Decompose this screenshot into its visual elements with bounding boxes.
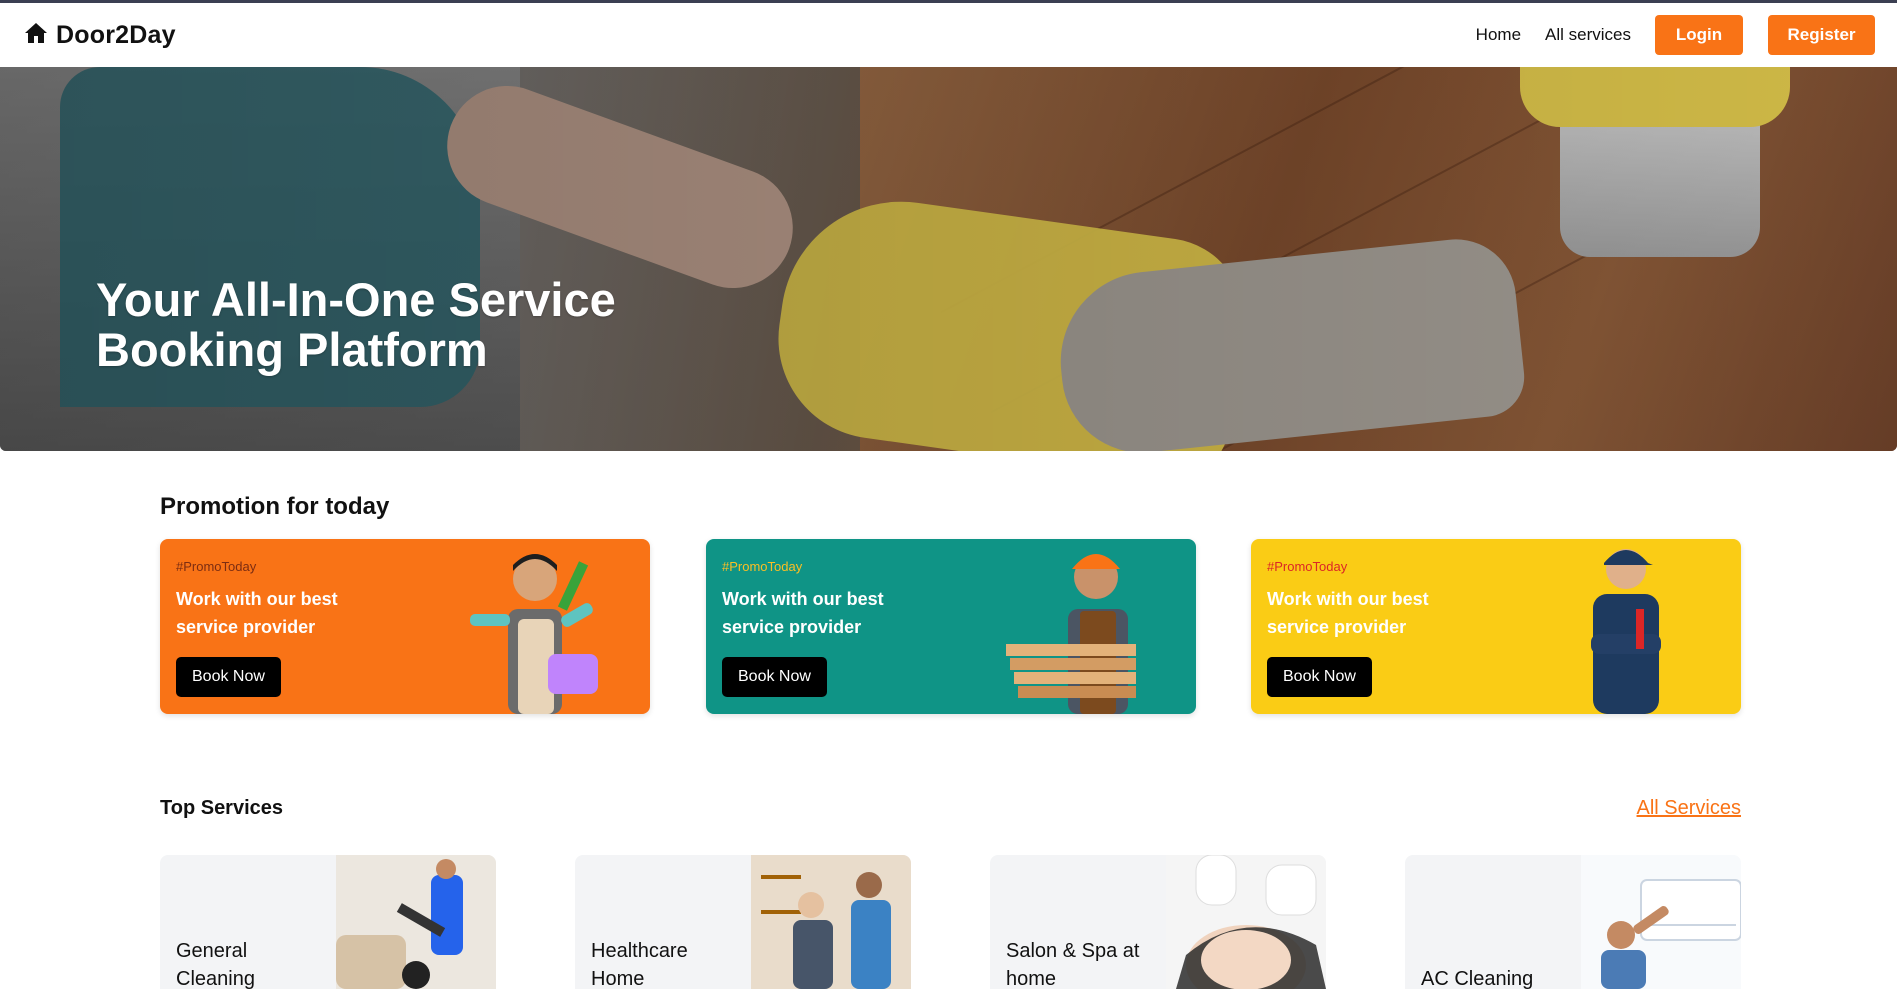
promo-card-3: #PromoToday Work with our best service p… bbox=[1251, 539, 1741, 714]
promo-text: Work with our best service provider bbox=[722, 589, 884, 637]
mechanic-person-image bbox=[1591, 549, 1661, 714]
nav-all-services-link[interactable]: All services bbox=[1545, 25, 1631, 45]
service-card-salon-spa[interactable]: Salon & Spa at home bbox=[990, 855, 1326, 989]
service-card-healthcare-home[interactable]: Healthcare Home bbox=[575, 855, 911, 989]
brand-logo[interactable]: Door2Day bbox=[24, 21, 176, 50]
all-services-link[interactable]: All Services bbox=[1637, 797, 1741, 820]
promo-text: Work with our best service provider bbox=[176, 589, 338, 637]
book-now-button[interactable]: Book Now bbox=[176, 657, 281, 697]
service-card-general-cleaning[interactable]: General Cleaning bbox=[160, 855, 496, 989]
service-name: General Cleaning bbox=[176, 940, 255, 989]
service-name: Healthcare Home bbox=[591, 940, 688, 989]
cleaner-person-image bbox=[470, 554, 598, 714]
login-button[interactable]: Login bbox=[1655, 15, 1743, 55]
promotion-section-title: Promotion for today bbox=[160, 493, 390, 520]
hero-banner: Your All-In-One Service Booking Platform bbox=[0, 67, 1897, 451]
nav-home-link[interactable]: Home bbox=[1476, 25, 1521, 45]
salon-spa-image bbox=[1166, 855, 1326, 989]
promo-tag: #PromoToday bbox=[176, 559, 257, 574]
home-icon bbox=[24, 22, 48, 49]
service-card-ac-cleaning[interactable]: AC Cleaning bbox=[1405, 855, 1741, 989]
carpenter-person-image bbox=[1006, 554, 1136, 714]
book-now-button[interactable]: Book Now bbox=[722, 657, 827, 697]
service-name: AC Cleaning bbox=[1421, 968, 1534, 989]
book-now-button[interactable]: Book Now bbox=[1267, 657, 1372, 697]
brand-name: Door2Day bbox=[56, 21, 176, 49]
general-cleaning-image bbox=[336, 855, 496, 989]
navbar: Door2Day Home All services Login Registe… bbox=[0, 3, 1897, 67]
promo-card-1: #PromoToday Work with our best service p… bbox=[160, 539, 650, 714]
promo-card-2: #PromoToday Work with our best service p… bbox=[706, 539, 1196, 714]
ac-cleaning-image bbox=[1581, 855, 1741, 989]
nav-links: Home All services Login Register bbox=[1476, 15, 1875, 55]
promo-text: Work with our best service provider bbox=[1267, 589, 1429, 637]
hero-title: Your All-In-One Service Booking Platform bbox=[96, 273, 616, 376]
top-services-title: Top Services bbox=[160, 797, 284, 819]
promo-tag: #PromoToday bbox=[722, 559, 803, 574]
healthcare-home-image bbox=[751, 855, 911, 989]
promo-tag: #PromoToday bbox=[1267, 559, 1348, 574]
register-button[interactable]: Register bbox=[1768, 15, 1875, 55]
service-name: Salon & Spa at home bbox=[1006, 940, 1140, 989]
